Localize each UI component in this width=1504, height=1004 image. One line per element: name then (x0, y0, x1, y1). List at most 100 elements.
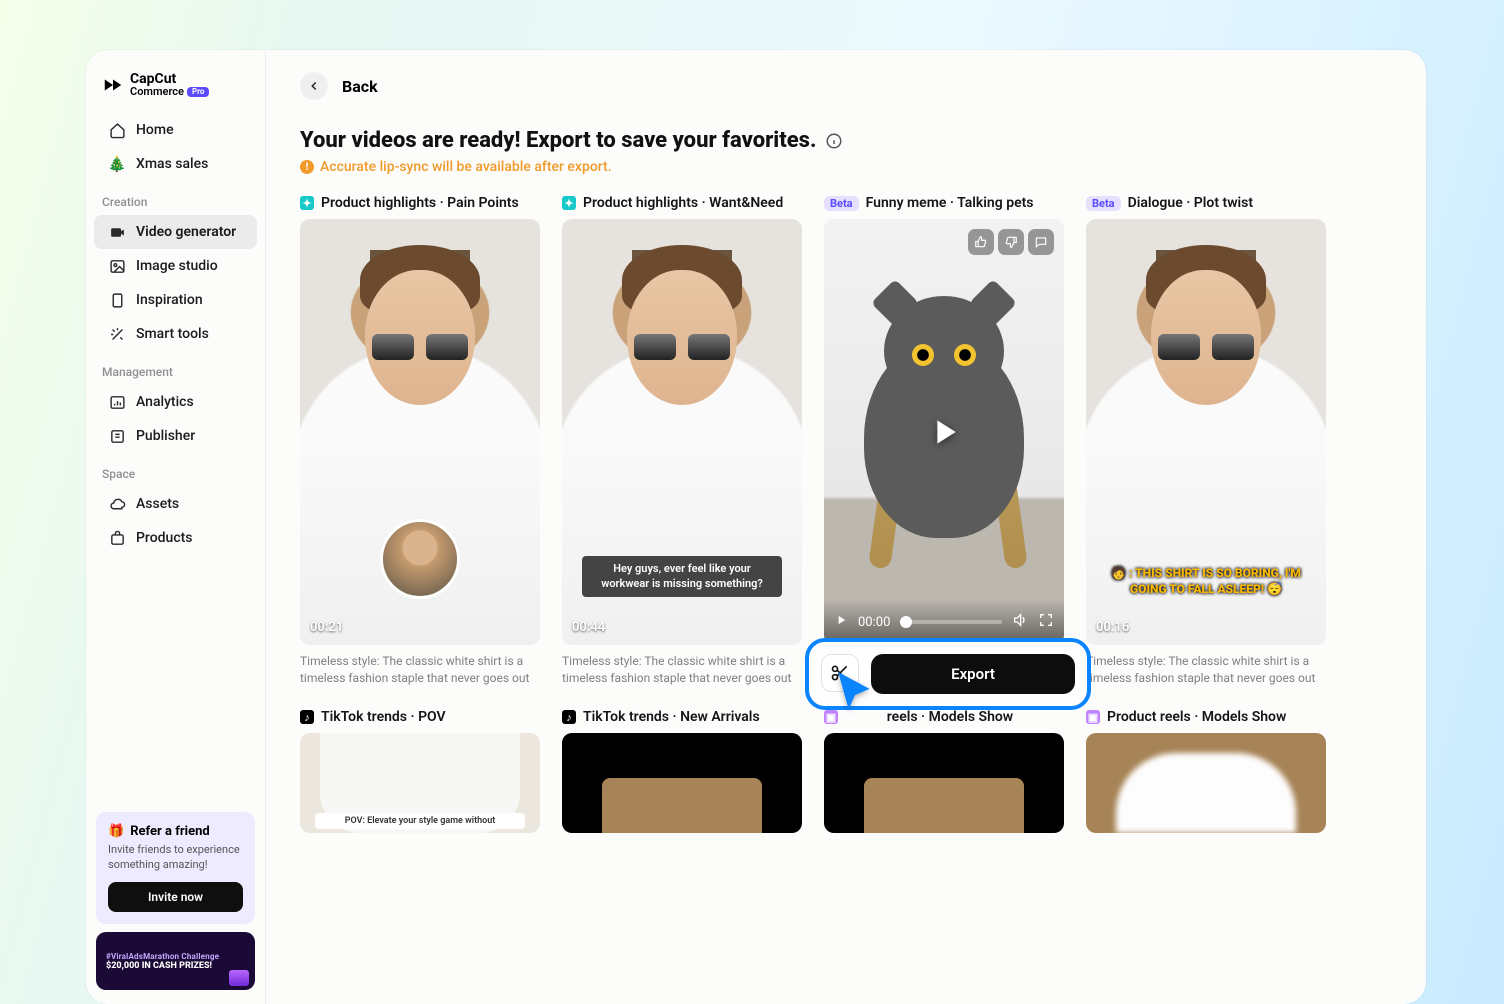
refer-card: 🎁Refer a friend Invite friends to experi… (96, 812, 255, 924)
nav-label: Products (136, 530, 193, 546)
info-icon[interactable] (825, 132, 843, 150)
video-subtitle: Hey guys, ever feel like your workwear i… (582, 556, 782, 597)
nav-label: Inspiration (136, 292, 203, 308)
publisher-icon (108, 427, 126, 445)
fullscreen-icon[interactable] (1038, 612, 1054, 632)
avatar-bubble-icon (380, 519, 460, 599)
video-caption: POV: Elevate your style game without (315, 813, 525, 829)
hot-badge-icon: ✦ (300, 196, 314, 210)
export-button[interactable]: Export (871, 654, 1075, 694)
section-management: Management (86, 351, 265, 385)
section-space: Space (86, 453, 265, 487)
brand-line1: CapCut (130, 72, 209, 86)
bag-icon (108, 529, 126, 547)
video-card: ♪TikTok trends · New Arrivals (562, 709, 802, 833)
nav-video-generator[interactable]: Video generator (94, 215, 257, 249)
page-title: Your videos are ready! Export to save yo… (300, 128, 817, 153)
video-thumbnail[interactable]: 00:00 (824, 219, 1064, 645)
nav-inspiration[interactable]: Inspiration (94, 283, 257, 317)
tree-icon: 🎄 (108, 155, 126, 173)
video-thumbnail[interactable] (1086, 733, 1326, 833)
video-thumbnail[interactable] (824, 733, 1064, 833)
magic-icon (108, 325, 126, 343)
card-title: Product highlights · Pain Points (321, 195, 519, 211)
nav-smart-tools[interactable]: Smart tools (94, 317, 257, 351)
beta-badge: Beta (824, 196, 859, 211)
nav-label: Publisher (136, 428, 195, 444)
analytics-icon (108, 393, 126, 411)
nav-xmas[interactable]: 🎄 Xmas sales (94, 147, 257, 181)
sidebar: CapCut CommercePro Home 🎄 Xmas sales Cre… (86, 50, 266, 1004)
video-card: ▣ reels · Models Show (824, 709, 1064, 833)
section-creation: Creation (86, 181, 265, 215)
brand-line2: Commerce (130, 86, 184, 97)
video-card: ▣ Product reels · Models Show (1086, 709, 1326, 833)
video-card: Beta Dialogue · Plot twist 🧑 : THIS SHIR… (1086, 195, 1326, 687)
video-thumbnail[interactable]: Hey guys, ever feel like your workwear i… (562, 219, 802, 645)
card-title: Product reels · Models Show (1107, 709, 1286, 725)
logo-icon (102, 74, 124, 96)
inspiration-icon (108, 291, 126, 309)
cloud-icon (108, 495, 126, 513)
cursor-icon (832, 668, 882, 718)
video-thumbnail[interactable] (562, 733, 802, 833)
nav-products[interactable]: Products (94, 521, 257, 555)
hot-badge-icon: ✦ (562, 196, 576, 210)
warning-icon: ! (300, 160, 314, 174)
play-small-icon[interactable] (834, 613, 848, 631)
card-title: Funny meme · Talking pets (866, 195, 1034, 211)
nav-analytics[interactable]: Analytics (94, 385, 257, 419)
beta-badge: Beta (1086, 196, 1121, 211)
reels-badge-icon: ▣ (1086, 710, 1100, 724)
home-icon (108, 121, 126, 139)
card-title: Product highlights · Want&Need (583, 195, 783, 211)
video-card: ✦ Product highlights · Want&Need Hey guy… (562, 195, 802, 687)
video-card: ♪ TikTok trends · POV POV: Elevate your s… (300, 709, 540, 833)
seek-bar[interactable] (900, 620, 1002, 624)
brand-pill: Pro (187, 87, 209, 97)
card-title: Dialogue · Plot twist (1128, 195, 1254, 211)
notice-text: Accurate lip-sync will be available afte… (320, 159, 612, 175)
nav-home[interactable]: Home (94, 113, 257, 147)
promo-gift-icon (229, 970, 249, 986)
card-title: TikTok trends · POV (321, 709, 446, 725)
duration-label: 00:44 (572, 620, 605, 635)
play-button[interactable] (824, 219, 1064, 645)
nav-label: Assets (136, 496, 179, 512)
main-content: Back Your videos are ready! Export to sa… (266, 50, 1426, 1004)
duration-label: 00:21 (310, 620, 343, 635)
refer-title: Refer a friend (130, 824, 210, 839)
dialogue-overlay: 🧑 : THIS SHIRT IS SO BORING, I'M GOING T… (1101, 565, 1311, 597)
image-icon (108, 257, 126, 275)
app-shell: CapCut CommercePro Home 🎄 Xmas sales Cre… (86, 50, 1426, 1004)
video-thumbnail[interactable]: 00:21 (300, 219, 540, 645)
video-grid: ✦ Product highlights · Pain Points 00:21… (300, 195, 1426, 833)
app-logo: CapCut CommercePro (86, 72, 265, 113)
promo-line2: $20,000 IN CASH PRIZES! (106, 961, 245, 971)
card-title: TikTok trends · New Arrivals (583, 709, 760, 725)
video-card: Beta Funny meme · Talking pets (824, 195, 1064, 687)
card-description: Timeless style: The classic white shirt … (1086, 653, 1326, 687)
nav-label: Xmas sales (136, 156, 208, 172)
refer-subtitle: Invite friends to experience something a… (108, 843, 243, 872)
breadcrumb: Back (300, 72, 1426, 100)
nav-label: Analytics (136, 394, 194, 410)
nav-label: Smart tools (136, 326, 209, 342)
nav-label: Video generator (136, 224, 236, 240)
nav-assets[interactable]: Assets (94, 487, 257, 521)
volume-icon[interactable] (1012, 612, 1028, 632)
back-button[interactable] (300, 72, 328, 100)
nav-image-studio[interactable]: Image studio (94, 249, 257, 283)
tiktok-badge-icon: ♪ (300, 710, 314, 724)
nav-label: Home (136, 122, 174, 138)
promo-line1: #ViralAdsMarathon Challenge (106, 952, 245, 961)
promo-banner[interactable]: #ViralAdsMarathon Challenge $20,000 IN C… (96, 932, 255, 990)
video-time: 00:00 (858, 615, 890, 630)
video-thumbnail[interactable]: 🧑 : THIS SHIRT IS SO BORING, I'M GOING T… (1086, 219, 1326, 645)
card-description: Timeless style: The classic white shirt … (300, 653, 540, 687)
chevron-left-icon (307, 79, 321, 93)
nav-publisher[interactable]: Publisher (94, 419, 257, 453)
video-thumbnail[interactable]: POV: Elevate your style game without (300, 733, 540, 833)
nav-label: Image studio (136, 258, 218, 274)
invite-button[interactable]: Invite now (108, 882, 243, 912)
